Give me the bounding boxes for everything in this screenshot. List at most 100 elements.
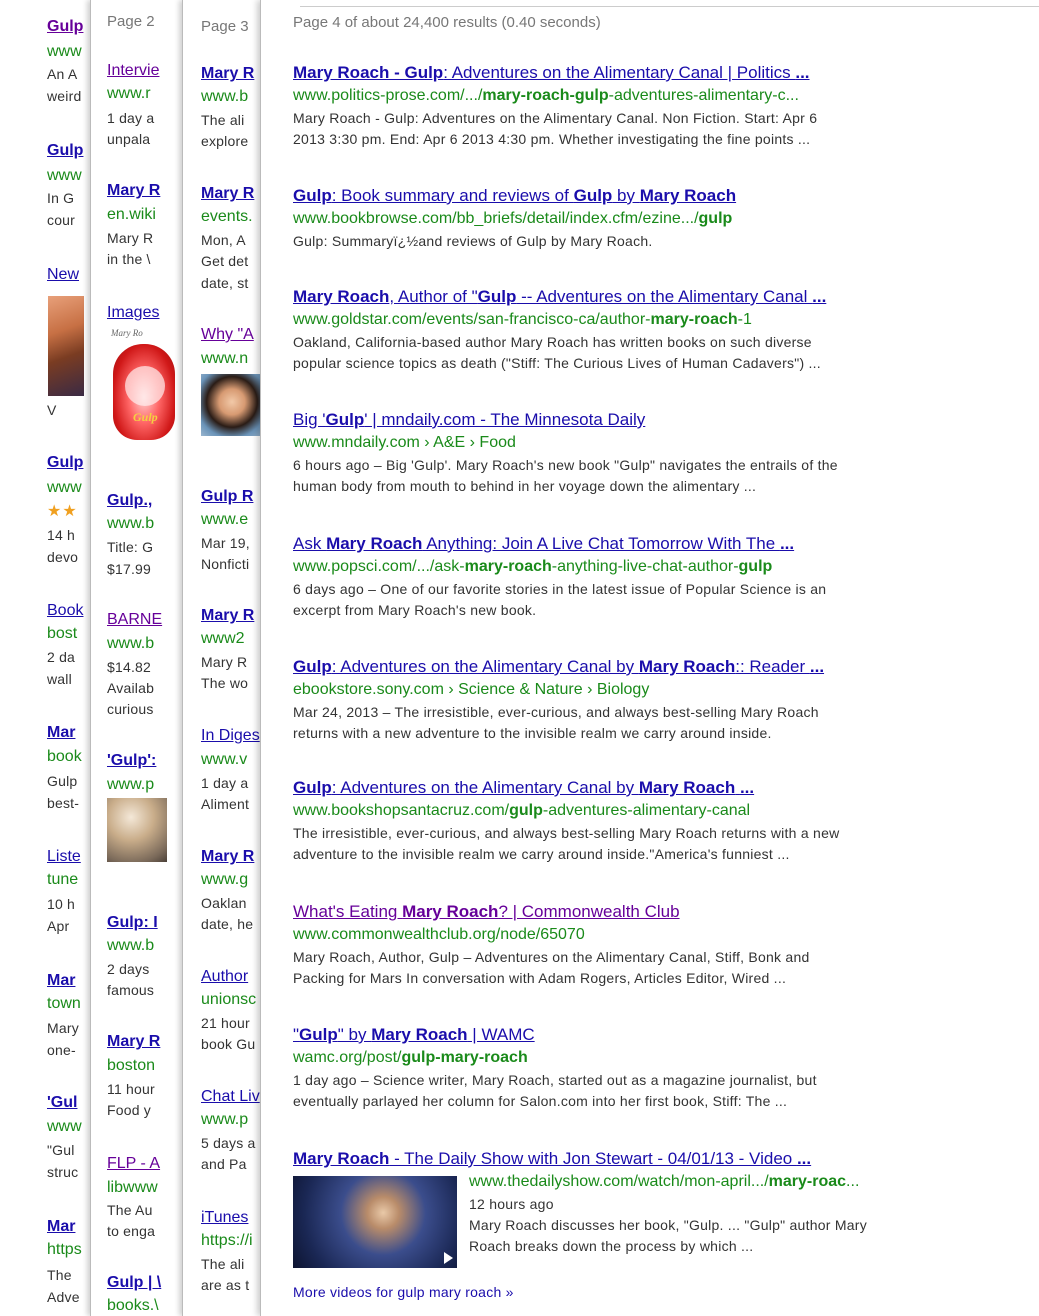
result-snippet: $14.82: [107, 659, 152, 675]
result-url: town: [47, 995, 81, 1012]
result-title-link[interactable]: Mar: [47, 724, 75, 742]
text-part: Big ': [293, 410, 326, 429]
result-title-link[interactable]: Gulp R: [201, 488, 253, 506]
result-snippet: Mary R: [201, 654, 248, 670]
text-part: Anything: Join A Live Chat Tomorrow With…: [422, 534, 780, 553]
result-title-link[interactable]: Ask Mary Roach Anything: Join A Live Cha…: [293, 533, 993, 555]
text-part: Gulp: [293, 186, 332, 205]
result-snippet: 2 days: [107, 961, 150, 977]
result-url: ebookstore.sony.com › Science & Nature ›…: [293, 678, 993, 702]
result-title-link[interactable]: Gulp: [47, 454, 83, 472]
text-part: Gulp: [573, 186, 613, 205]
result-title-link[interactable]: Book: [47, 602, 83, 620]
text-part: ' | mndaily.com - The Minnesota Daily: [364, 410, 646, 429]
book-cover-lettering: Mary Ro: [111, 328, 143, 338]
result-url: www2: [201, 630, 245, 647]
result-title-link[interactable]: Mary R: [107, 1033, 160, 1051]
result-snippet: In G: [47, 190, 75, 206]
result-snippet: Adve: [47, 1289, 80, 1305]
result-title-link[interactable]: 'Gul: [47, 1094, 77, 1112]
video-result-title-link[interactable]: Mary Roach - The Daily Show with Jon Ste…: [293, 1148, 993, 1170]
text-part: ...: [739, 778, 755, 797]
result-snippet: Title: G: [107, 539, 154, 555]
result-snippet: in the \: [107, 251, 151, 267]
result-snippet: to enga: [107, 1223, 156, 1239]
search-result: Mary Roach - Gulp: Adventures on the Ali…: [293, 62, 993, 150]
result-snippet: date, he: [201, 916, 254, 932]
result-title-link[interactable]: Mary Roach - Gulp: Adventures on the Ali…: [293, 62, 993, 84]
result-title-link[interactable]: Gulp: [47, 142, 83, 160]
result-url: www.b: [201, 88, 249, 105]
result-title-link[interactable]: Liste: [47, 848, 81, 866]
video-result-url: www.thedailyshow.com/watch/mon-april.../…: [469, 1170, 867, 1194]
result-snippet: book Gu: [201, 1036, 256, 1052]
result-url: events.: [201, 208, 253, 225]
result-title-link[interactable]: Mar: [47, 972, 75, 990]
result-title-link[interactable]: BARNE: [107, 611, 162, 629]
result-snippet-line: 2013 3:30 pm. End: Apr 6 2013 4:30 pm. W…: [293, 131, 811, 147]
result-title-link[interactable]: Chat Liv: [201, 1088, 260, 1106]
result-title-link[interactable]: Gulp: I: [107, 914, 158, 932]
result-title-link[interactable]: Mary Roach, Author of "Gulp -- Adventure…: [293, 286, 993, 308]
result-snippet-line: Gulp: Summaryï¿½and reviews of Gulp by M…: [293, 233, 653, 249]
text-part: Gulp: [325, 410, 365, 429]
result-title-link[interactable]: Gulp: Adventures on the Alimentary Canal…: [293, 656, 993, 678]
result-title-link[interactable]: Mary R: [201, 185, 254, 203]
result-title-link[interactable]: Gulp: [47, 18, 83, 36]
result-title-link[interactable]: Why "A: [201, 326, 254, 344]
result-snippet: are as t: [201, 1277, 250, 1293]
author-photo-thumbnail[interactable]: [107, 798, 167, 862]
text-part: Ask: [293, 534, 327, 553]
text-part: | WAMC: [467, 1025, 535, 1044]
result-snippet-line: Packing for Mars In conversation with Ad…: [293, 970, 787, 986]
search-result: Ask Mary Roach Anything: Join A Live Cha…: [293, 533, 993, 621]
result-title-link[interactable]: Gulp | \: [107, 1274, 161, 1292]
result-title-link[interactable]: Gulp: Adventures on the Alimentary Canal…: [293, 777, 993, 799]
result-snippet: $17.99: [107, 561, 152, 577]
result-title-link[interactable]: Mar: [47, 1218, 75, 1236]
result-snippet: The ali: [201, 1256, 245, 1272]
result-title-link[interactable]: Images: [107, 304, 159, 322]
result-title-link[interactable]: 'Gulp':: [107, 752, 156, 770]
book-cover-image[interactable]: Mary Ro Gulp: [107, 326, 179, 444]
result-snippet: The ali: [201, 112, 245, 128]
text-part: www.bookbrowse.com/bb_briefs/detail/inde…: [293, 210, 699, 227]
result-snippet: Mon, A: [201, 232, 246, 248]
search-result: Gulp: Adventures on the Alimentary Canal…: [293, 777, 993, 865]
result-snippet: weird: [47, 88, 82, 104]
result-snippet: Aliment: [201, 796, 250, 812]
result-title-link[interactable]: Big 'Gulp' | mndaily.com - The Minnesota…: [293, 409, 993, 431]
result-title-link[interactable]: What's Eating Mary Roach? | Commonwealth…: [293, 901, 993, 923]
result-title-link[interactable]: New: [47, 266, 79, 284]
result-title-link[interactable]: In Diges: [201, 727, 260, 745]
result-snippet-line: Oakland, California-based author Mary Ro…: [293, 334, 812, 350]
result-title-link[interactable]: FLP - A: [107, 1155, 160, 1173]
person-photo-thumbnail[interactable]: [201, 374, 263, 436]
result-title-link[interactable]: Gulp.,: [107, 492, 152, 510]
result-title-link[interactable]: Gulp: Book summary and reviews of Gulp b…: [293, 185, 993, 207]
result-url: https://i: [201, 1232, 253, 1249]
text-part: mary-roach: [464, 558, 552, 575]
result-url: unionsc: [201, 991, 257, 1008]
result-snippet: 2 da: [47, 649, 76, 665]
more-videos-link[interactable]: More videos for gulp mary roach »: [293, 1282, 514, 1303]
result-url: book: [47, 748, 82, 765]
result-url: www.commonwealthclub.org/node/65070: [293, 923, 993, 947]
result-title-link[interactable]: Mary R: [201, 65, 254, 83]
result-snippet: one-: [47, 1042, 76, 1058]
result-title-link[interactable]: Mary R: [107, 182, 160, 200]
result-title-link[interactable]: Mary R: [201, 848, 254, 866]
result-snippet: cour: [47, 212, 76, 228]
text-part: gulp: [509, 802, 543, 819]
video-age: 12 hours ago: [469, 1196, 554, 1212]
news-thumbnail-hands[interactable]: [48, 296, 84, 396]
result-title-link[interactable]: Author: [201, 968, 248, 986]
result-title-link[interactable]: "Gulp" by Mary Roach | WAMC: [293, 1024, 993, 1046]
result-snippet: Mary: [47, 1020, 79, 1036]
result-url: wamc.org/post/gulp-mary-roach: [293, 1046, 993, 1070]
result-title-link[interactable]: iTunes: [201, 1209, 248, 1227]
play-icon: [444, 1252, 453, 1264]
result-title-link[interactable]: Mary R: [201, 607, 254, 625]
result-title-link[interactable]: Intervie: [107, 62, 159, 80]
video-thumbnail[interactable]: [293, 1176, 457, 1268]
